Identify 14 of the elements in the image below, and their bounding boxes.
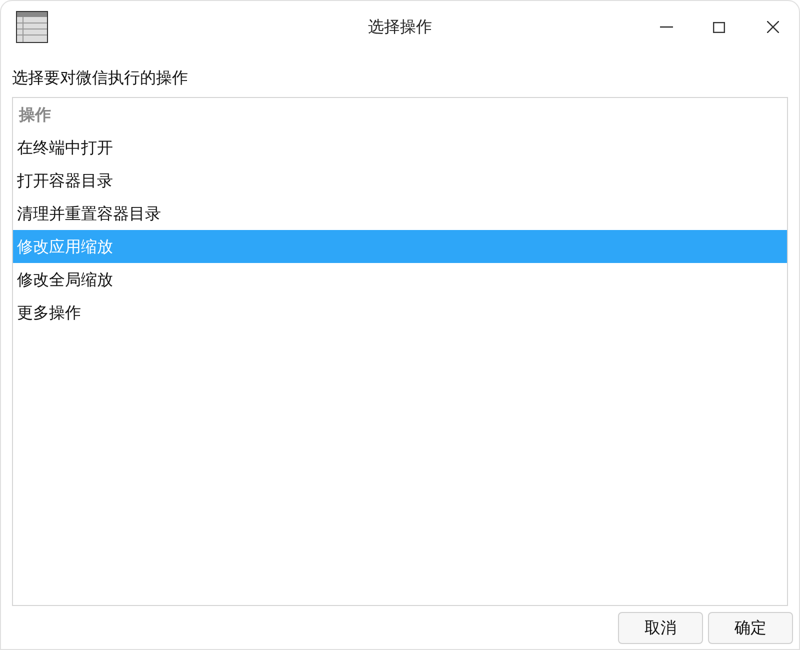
close-icon[interactable] bbox=[767, 21, 779, 33]
maximize-icon[interactable] bbox=[713, 22, 725, 32]
minimize-icon[interactable] bbox=[660, 26, 673, 28]
table-icon bbox=[16, 11, 48, 43]
list-item[interactable]: 更多操作 bbox=[13, 296, 787, 329]
list-header: 操作 bbox=[18, 104, 52, 126]
dialog-button[interactable]: 取消 bbox=[618, 612, 703, 644]
prompt-label: 选择要对微信执行的操作 bbox=[12, 67, 189, 89]
list-item[interactable]: 清理并重置容器目录 bbox=[13, 197, 787, 230]
list-item[interactable]: 在终端中打开 bbox=[13, 131, 787, 164]
list-item[interactable]: 修改全局缩放 bbox=[13, 263, 787, 296]
list-item[interactable]: 打开容器目录 bbox=[13, 164, 787, 197]
dialog-button[interactable]: 确定 bbox=[708, 612, 793, 644]
window-title: 选择操作 bbox=[368, 16, 432, 38]
